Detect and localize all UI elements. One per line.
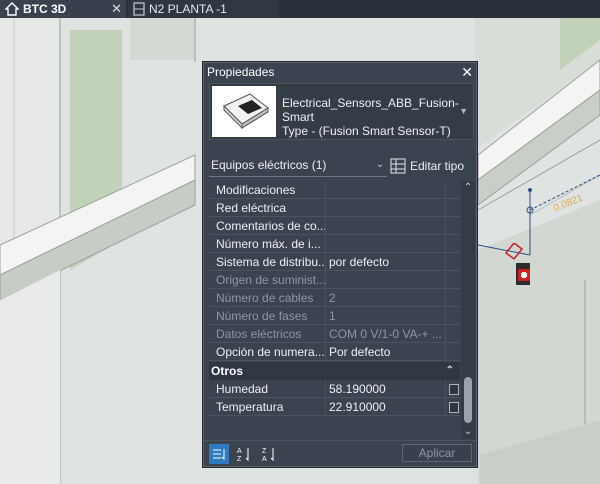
property-value: 2	[329, 291, 336, 305]
property-name: Sistema de distribu...	[216, 255, 326, 269]
palette-title[interactable]: Propiedades ✕	[204, 63, 476, 81]
property-row[interactable]: Red eléctrica	[209, 199, 460, 217]
property-name: Modificaciones	[216, 183, 296, 197]
property-row: Número de cables 2	[209, 289, 460, 307]
edit-type-button[interactable]: Editar tipo	[390, 156, 464, 176]
svg-text:A: A	[237, 448, 242, 455]
property-name: Datos eléctricos	[216, 327, 302, 341]
tab-n2-planta[interactable]: N2 PLANTA -1	[128, 0, 278, 18]
properties-palette: Propiedades ✕ Electrical_Sensors_ABB_Fus…	[203, 62, 477, 467]
edit-type-label: Editar tipo	[410, 159, 465, 173]
property-row: Número de fases 1	[209, 307, 460, 325]
property-name: Opción de numera...	[216, 345, 325, 359]
property-row[interactable]: Opción de numera... Por defecto	[209, 343, 460, 361]
property-value[interactable]: Por defecto	[329, 343, 449, 361]
scroll-thumb[interactable]	[464, 377, 472, 423]
chevron-down-icon[interactable]: ▼	[459, 106, 468, 116]
type-name: Type - (Fusion Smart Sensor-T)	[282, 124, 451, 138]
tab-label: N2 PLANTA -1	[149, 2, 227, 16]
property-name: Comentarios de co...	[216, 219, 326, 233]
property-value: 1	[329, 309, 336, 323]
property-row[interactable]: Comentarios de co...	[209, 217, 460, 235]
type-preview-image	[212, 86, 276, 137]
palette-title-text: Propiedades	[207, 65, 275, 79]
close-tab-icon[interactable]: ✕	[111, 1, 122, 17]
sort-za-icon: Z A	[262, 448, 274, 463]
category-filter-value: Equipos eléctricos (1)	[211, 158, 327, 172]
sort-categorized-icon	[213, 449, 225, 461]
group-label: Otros	[211, 364, 244, 378]
property-row: Origen de suminist...	[209, 271, 460, 289]
apply-button[interactable]: Aplicar	[402, 444, 472, 462]
property-row[interactable]: Temperatura 22.910000	[209, 398, 460, 416]
scroll-up-icon[interactable]: ⌃	[461, 181, 475, 195]
properties-scrollbar[interactable]: ⌃ ⌄	[461, 181, 475, 439]
property-value[interactable]: por defecto	[329, 253, 449, 271]
tab-label: BTC 3D	[23, 2, 67, 16]
category-filter-dropdown[interactable]: Equipos eléctricos (1) ⌄	[209, 155, 387, 177]
type-family-name: Electrical_Sensors_ABB_Fusion-Smart	[282, 96, 459, 124]
type-selector[interactable]: Electrical_Sensors_ABB_Fusion-Smart Type…	[209, 83, 474, 140]
property-name: Origen de suminist...	[216, 273, 326, 287]
home-icon	[5, 2, 19, 16]
floor-plan-icon	[133, 2, 145, 16]
svg-text:Z: Z	[262, 448, 267, 455]
scroll-down-icon[interactable]: ⌄	[461, 425, 475, 439]
collapse-icon[interactable]: ⌃	[446, 362, 454, 380]
property-row[interactable]: Número máx. de i...	[209, 235, 460, 253]
property-row[interactable]: Humedad 58.190000	[209, 380, 460, 398]
property-row[interactable]: Sistema de distribu... por defecto	[209, 253, 460, 271]
property-name: Número de fases	[216, 309, 308, 323]
property-name: Número máx. de i...	[216, 237, 321, 251]
sort-az-icon: A Z	[237, 448, 249, 463]
palette-footer: A Z Z A Aplicar	[204, 440, 476, 466]
property-row: Datos eléctricos COM 0 V/1-0 VA-+ ...	[209, 325, 460, 343]
property-name: Número de cables	[216, 291, 314, 305]
property-row[interactable]: Modificaciones	[209, 181, 460, 199]
property-value: COM 0 V/1-0 VA-+ ...	[329, 327, 442, 341]
chevron-down-icon: ⌄	[375, 159, 384, 170]
property-value[interactable]: 58.190000	[329, 380, 449, 398]
close-icon[interactable]: ✕	[461, 63, 473, 81]
property-name: Temperatura	[216, 400, 284, 414]
properties-grid: Modificaciones Red eléctrica Comentarios…	[209, 181, 460, 439]
sensor-object-icon[interactable]	[502, 243, 538, 291]
svg-text:A: A	[262, 456, 267, 463]
sort-descending-button[interactable]: Z A	[259, 444, 279, 464]
sort-categorized-button[interactable]	[209, 444, 229, 464]
checkbox[interactable]	[449, 402, 459, 413]
svg-text:Z: Z	[237, 456, 242, 463]
edit-type-icon	[390, 158, 406, 174]
tab-btc-3d[interactable]: BTC 3D ✕	[0, 0, 126, 18]
property-value[interactable]: 22.910000	[329, 398, 449, 416]
property-name: Red eléctrica	[216, 201, 287, 215]
property-name: Humedad	[216, 382, 269, 396]
view-tab-bar: BTC 3D ✕ N2 PLANTA -1	[0, 0, 600, 18]
group-header-otros[interactable]: Otros ⌃	[209, 362, 460, 380]
checkbox[interactable]	[449, 384, 459, 395]
sort-ascending-button[interactable]: A Z	[234, 444, 254, 464]
